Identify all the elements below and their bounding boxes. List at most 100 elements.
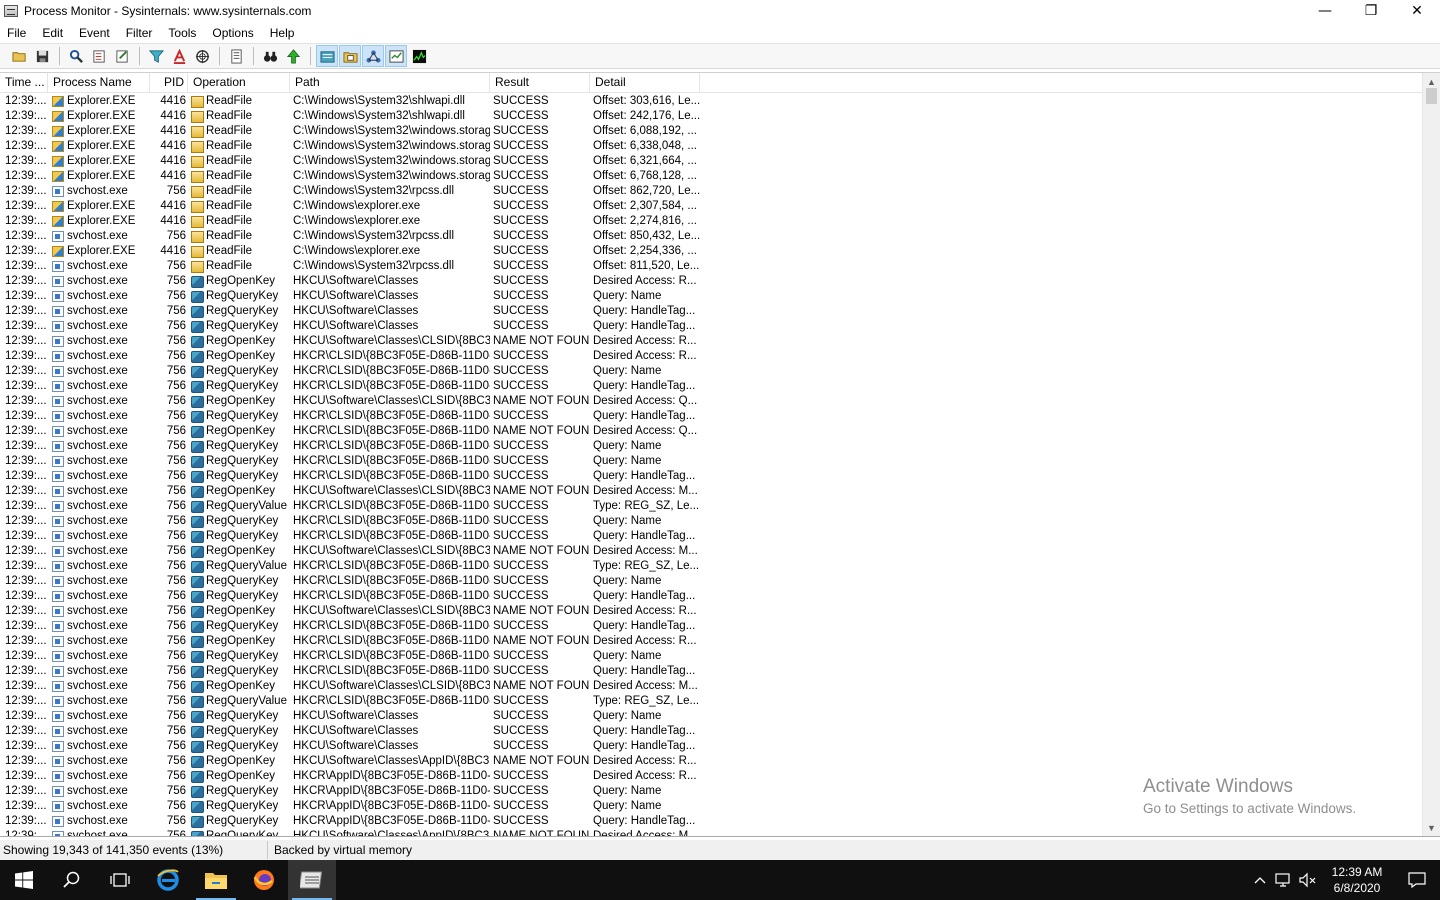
table-row[interactable]: 12:39:... svchost.exe 756 RegQueryKey HKCR\C…: [0, 649, 1422, 664]
column-detail[interactable]: Detail: [590, 73, 700, 93]
highlight-button[interactable]: [168, 45, 190, 67]
jump-to-button[interactable]: [282, 45, 304, 67]
table-row[interactable]: 12:39:... svchost.exe 756 RegQueryKey HKCU\S…: [0, 319, 1422, 334]
table-row[interactable]: 12:39:... Explorer.EXE 4416 ReadFile C:\Wind…: [0, 214, 1422, 229]
table-row[interactable]: 12:39:... svchost.exe 756 RegQueryKey HKCR\C…: [0, 619, 1422, 634]
task-view-button[interactable]: [96, 860, 144, 900]
taskbar-clock[interactable]: 12:39 AM 6/8/2020: [1320, 864, 1394, 896]
table-row[interactable]: 12:39:... svchost.exe 756 RegQueryKey HKCU\S…: [0, 739, 1422, 754]
table-row[interactable]: 12:39:... svchost.exe 756 RegOpenKey HKCU\So…: [0, 334, 1422, 349]
table-row[interactable]: 12:39:... svchost.exe 756 RegOpenKey HKCU\So…: [0, 754, 1422, 769]
table-row[interactable]: 12:39:... Explorer.EXE 4416 ReadFile C:\Wind…: [0, 244, 1422, 259]
search-button[interactable]: [48, 860, 96, 900]
menu-file[interactable]: File: [0, 26, 34, 40]
table-row[interactable]: 12:39:... svchost.exe 756 RegOpenKey HKCU\So…: [0, 484, 1422, 499]
start-button[interactable]: [0, 860, 48, 900]
show-network-activity-button[interactable]: [362, 45, 384, 67]
column-pid[interactable]: PID: [150, 73, 188, 93]
menu-filter[interactable]: Filter: [118, 26, 161, 40]
table-row[interactable]: 12:39:... svchost.exe 756 RegOpenKey HKCR\CL…: [0, 634, 1422, 649]
table-row[interactable]: 12:39:... svchost.exe 756 RegQueryKey HKCR\C…: [0, 379, 1422, 394]
table-row[interactable]: 12:39:... svchost.exe 756 RegQueryKey HKCU\S…: [0, 304, 1422, 319]
include-process-button[interactable]: [191, 45, 213, 67]
table-row[interactable]: 12:39:... svchost.exe 756 RegQueryKey HKCU\S…: [0, 829, 1422, 836]
scroll-down-icon[interactable]: ▼: [1423, 819, 1440, 836]
table-row[interactable]: 12:39:... Explorer.EXE 4416 ReadFile C:\Wind…: [0, 199, 1422, 214]
column-result[interactable]: Result: [490, 73, 590, 93]
menu-event[interactable]: Event: [71, 26, 118, 40]
find-button[interactable]: [65, 45, 87, 67]
table-row[interactable]: 12:39:... svchost.exe 756 ReadFile C:\Window…: [0, 184, 1422, 199]
table-row[interactable]: 12:39:... Explorer.EXE 4416 ReadFile C:\Wind…: [0, 94, 1422, 109]
table-row[interactable]: 12:39:... svchost.exe 756 RegQueryKey HKCR\C…: [0, 364, 1422, 379]
table-row[interactable]: 12:39:... svchost.exe 756 RegQueryKey HKCR\C…: [0, 469, 1422, 484]
cell-detail: Offset: 242,176, Le...: [593, 110, 700, 122]
scrollbar-thumb[interactable]: [1426, 88, 1437, 104]
column-process-name[interactable]: Process Name: [48, 73, 150, 93]
table-row[interactable]: 12:39:... svchost.exe 756 RegOpenKey HKCU\So…: [0, 274, 1422, 289]
clear-button[interactable]: [111, 45, 133, 67]
table-row[interactable]: 12:39:... Explorer.EXE 4416 ReadFile C:\Wind…: [0, 169, 1422, 184]
internet-explorer-button[interactable]: [144, 860, 192, 900]
show-profiling-events-button[interactable]: [408, 45, 430, 67]
network-tray-button[interactable]: [1272, 860, 1296, 900]
menu-tools[interactable]: Tools: [160, 26, 204, 40]
process-monitor-taskbar-button[interactable]: [288, 860, 336, 900]
event-list[interactable]: Time ... Process Name PID Operation Path…: [0, 72, 1440, 837]
svchost-process-icon: [52, 186, 64, 197]
show-hidden-icons-button[interactable]: [1248, 860, 1272, 900]
open-button[interactable]: [8, 45, 30, 67]
vertical-scrollbar[interactable]: ▲ ▼: [1422, 73, 1440, 836]
firefox-button[interactable]: [240, 860, 288, 900]
table-row[interactable]: 12:39:... svchost.exe 756 RegQueryKey HKCR\C…: [0, 454, 1422, 469]
cell-operation: RegQueryKey: [188, 469, 290, 484]
menu-options[interactable]: Options: [204, 26, 261, 40]
table-row[interactable]: 12:39:... svchost.exe 756 RegOpenKey HKCU\So…: [0, 679, 1422, 694]
table-row[interactable]: 12:39:... Explorer.EXE 4416 ReadFile C:\Wind…: [0, 124, 1422, 139]
table-row[interactable]: 12:39:... svchost.exe 756 RegQueryKey HKCR\C…: [0, 529, 1422, 544]
table-row[interactable]: 12:39:... svchost.exe 756 RegQueryKey HKCR\C…: [0, 664, 1422, 679]
show-registry-activity-button[interactable]: [316, 45, 338, 67]
table-row[interactable]: 12:39:... svchost.exe 756 RegQueryValue HKCR…: [0, 694, 1422, 709]
table-row[interactable]: 12:39:... svchost.exe 756 RegOpenKey HKCR\CL…: [0, 424, 1422, 439]
column-path[interactable]: Path: [290, 73, 490, 93]
table-row[interactable]: 12:39:... svchost.exe 756 RegQueryKey HKCR\C…: [0, 514, 1422, 529]
process-name-text: svchost.exe: [67, 680, 128, 692]
minimize-button[interactable]: —: [1302, 0, 1348, 22]
table-row[interactable]: 12:39:... svchost.exe 756 RegQueryKey HKCR\C…: [0, 439, 1422, 454]
table-row[interactable]: 12:39:... svchost.exe 756 RegQueryKey HKCU\S…: [0, 289, 1422, 304]
show-process-activity-button[interactable]: [385, 45, 407, 67]
table-row[interactable]: 12:39:... svchost.exe 756 ReadFile C:\Window…: [0, 259, 1422, 274]
autoscroll-button[interactable]: [88, 45, 110, 67]
table-row[interactable]: 12:39:... svchost.exe 756 RegQueryKey HKCR\C…: [0, 589, 1422, 604]
registry-operation-icon: [191, 320, 204, 333]
table-row[interactable]: 12:39:... svchost.exe 756 RegQueryKey HKCR\C…: [0, 409, 1422, 424]
table-row[interactable]: 12:39:... Explorer.EXE 4416 ReadFile C:\Wind…: [0, 154, 1422, 169]
show-file-activity-button[interactable]: [339, 45, 361, 67]
table-row[interactable]: 12:39:... svchost.exe 756 RegQueryValue HKCR…: [0, 499, 1422, 514]
table-row[interactable]: 12:39:... svchost.exe 756 RegOpenKey HKCU\So…: [0, 394, 1422, 409]
table-row[interactable]: 12:39:... svchost.exe 756 RegOpenKey HKCU\So…: [0, 544, 1422, 559]
action-center-button[interactable]: [1394, 860, 1440, 900]
table-row[interactable]: 12:39:... svchost.exe 756 RegQueryKey HKCU\S…: [0, 724, 1422, 739]
table-row[interactable]: 12:39:... svchost.exe 756 RegOpenKey HKCU\So…: [0, 604, 1422, 619]
close-button[interactable]: ✕: [1394, 0, 1440, 22]
table-row[interactable]: 12:39:... svchost.exe 756 RegQueryKey HKCR\C…: [0, 574, 1422, 589]
table-row[interactable]: 12:39:... svchost.exe 756 RegQueryValue HKCR…: [0, 559, 1422, 574]
table-row[interactable]: 12:39:... svchost.exe 756 ReadFile C:\Window…: [0, 229, 1422, 244]
column-time[interactable]: Time ...: [0, 73, 48, 93]
menu-help[interactable]: Help: [262, 26, 303, 40]
event-properties-button[interactable]: [225, 45, 247, 67]
restore-button[interactable]: ❐: [1348, 0, 1394, 22]
find-next-button[interactable]: [259, 45, 281, 67]
save-button[interactable]: [31, 45, 53, 67]
table-row[interactable]: 12:39:... Explorer.EXE 4416 ReadFile C:\Wind…: [0, 109, 1422, 124]
table-row[interactable]: 12:39:... Explorer.EXE 4416 ReadFile C:\Wind…: [0, 139, 1422, 154]
menu-edit[interactable]: Edit: [34, 26, 71, 40]
table-row[interactable]: 12:39:... svchost.exe 756 RegQueryKey HKCU\S…: [0, 709, 1422, 724]
filter-button[interactable]: [145, 45, 167, 67]
file-explorer-button[interactable]: [192, 860, 240, 900]
table-row[interactable]: 12:39:... svchost.exe 756 RegOpenKey HKCR\CL…: [0, 349, 1422, 364]
column-operation[interactable]: Operation: [188, 73, 290, 93]
volume-tray-button[interactable]: [1296, 860, 1320, 900]
